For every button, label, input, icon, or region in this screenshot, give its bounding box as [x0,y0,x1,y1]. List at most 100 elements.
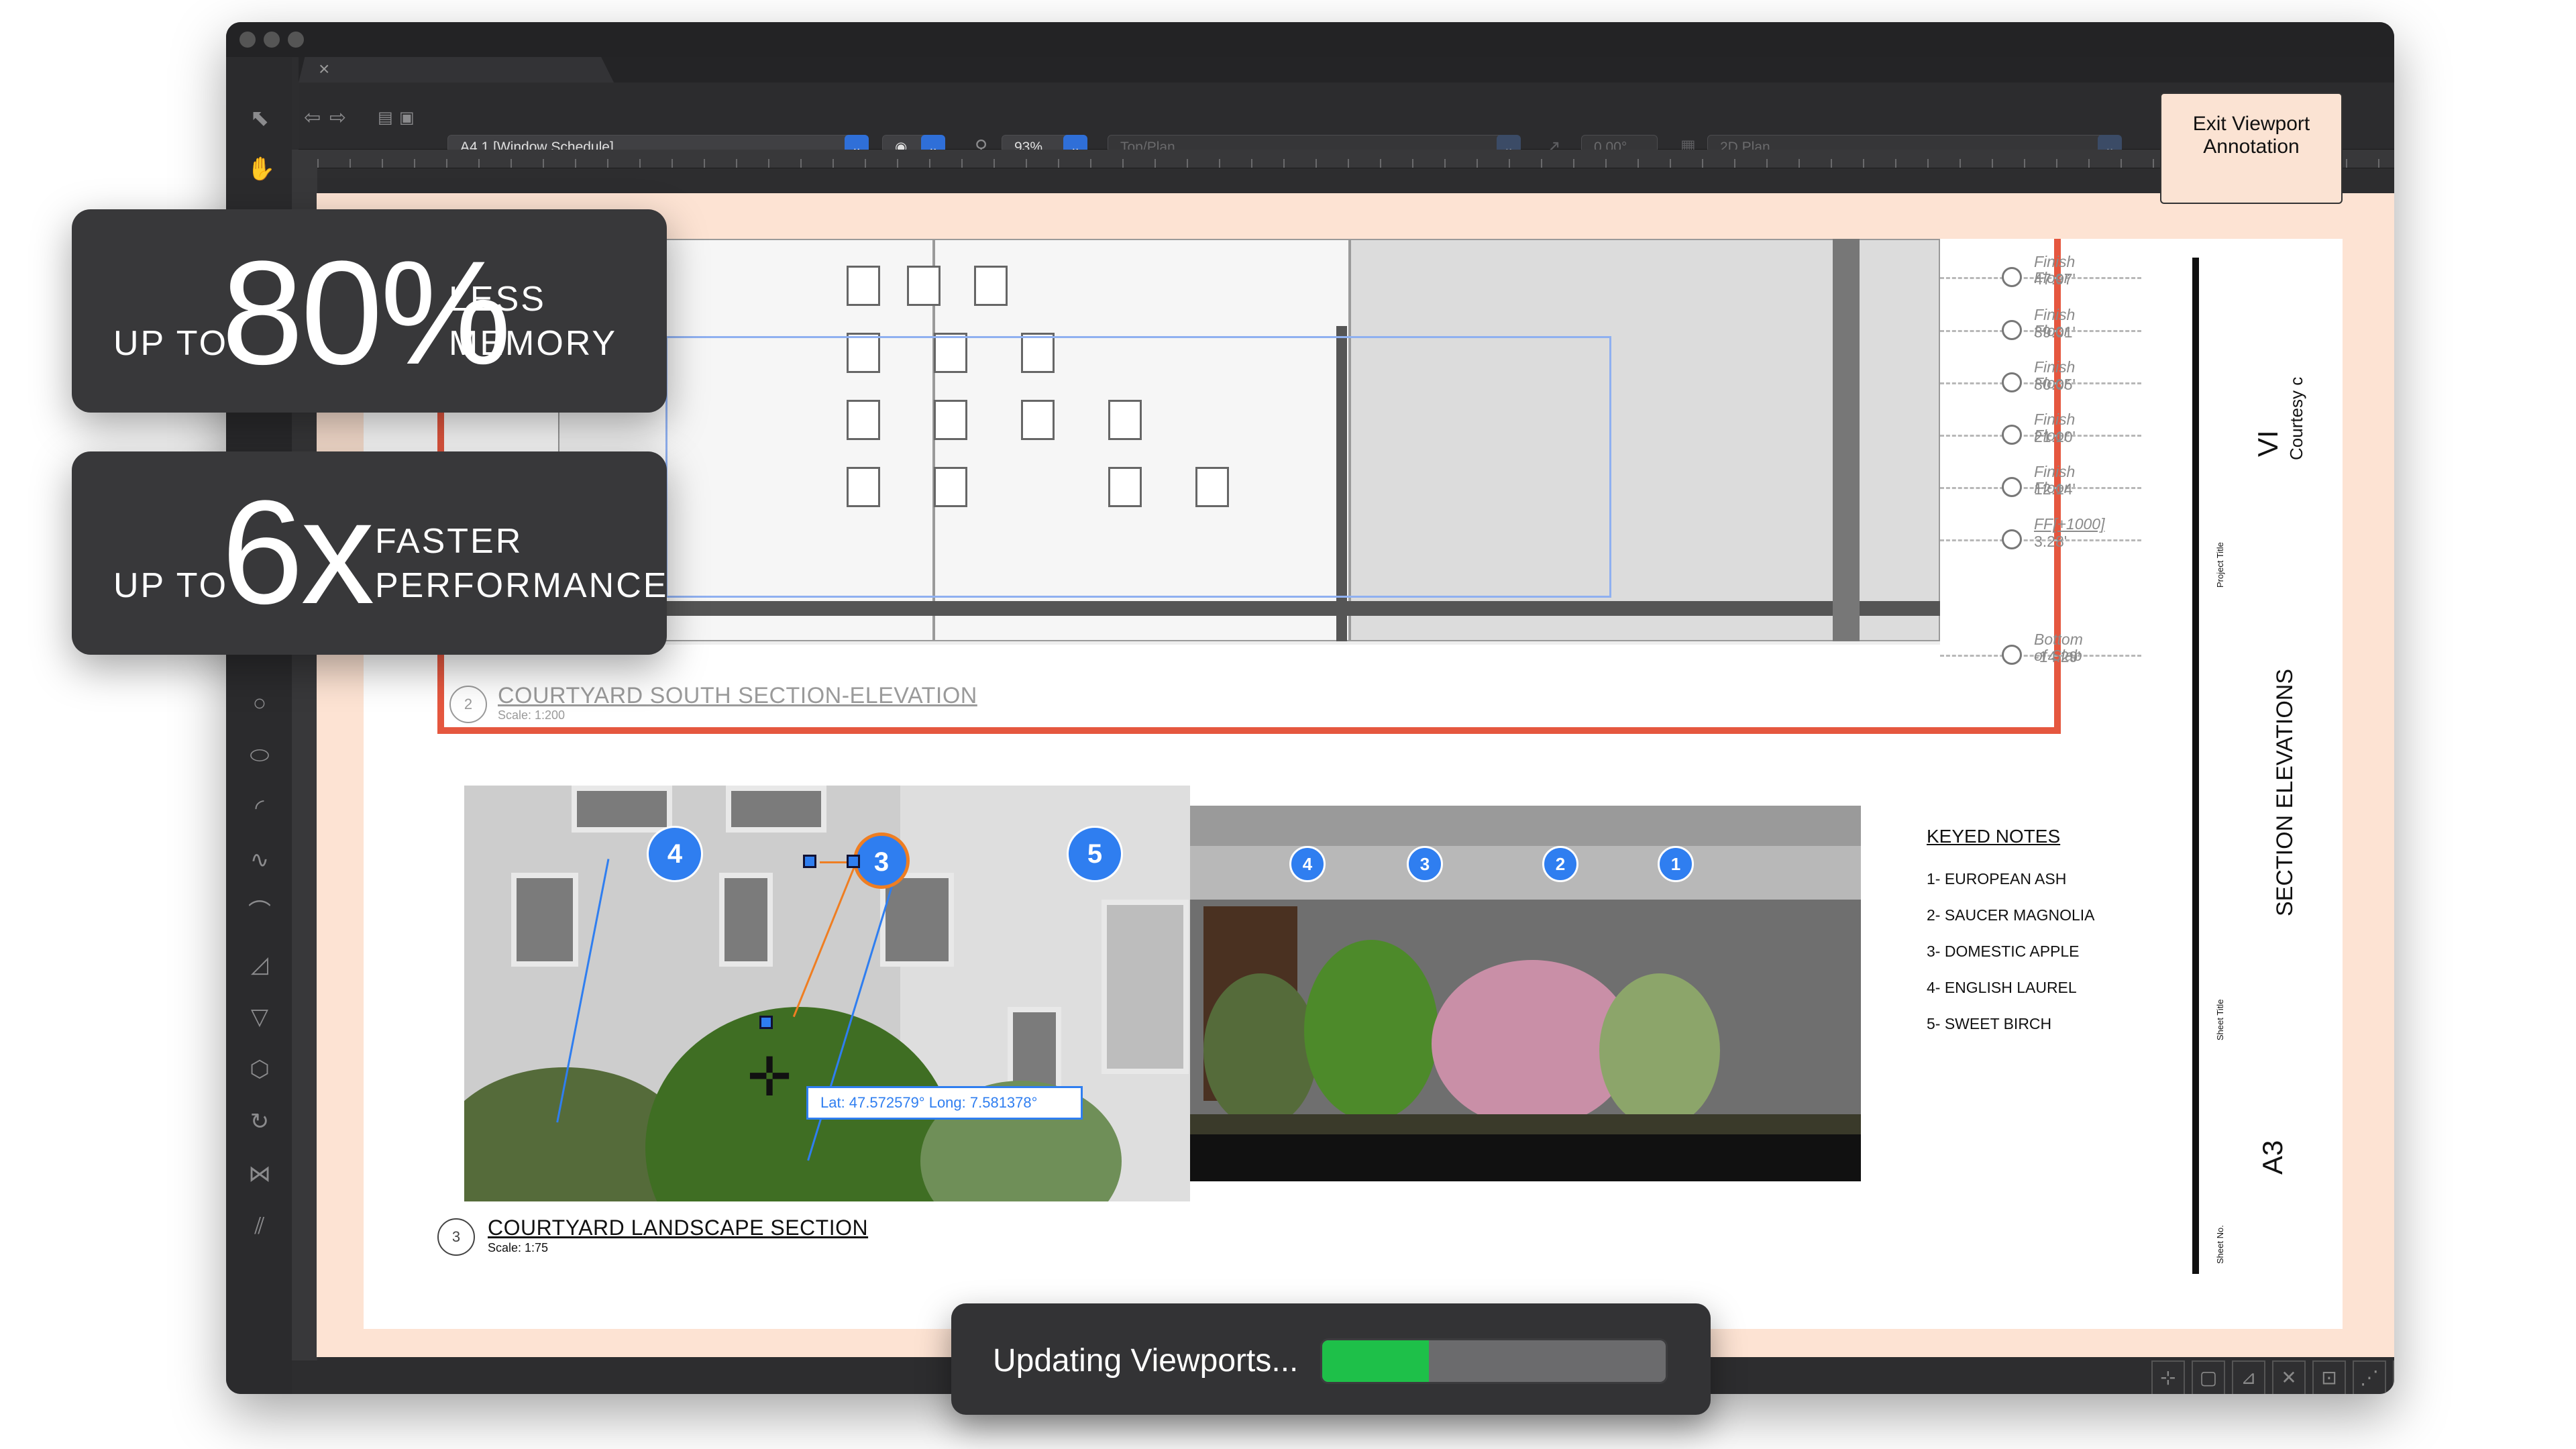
keynote-bubble[interactable]: 1 [1658,846,1694,882]
forward-arrow-icon[interactable]: ⇨ [329,108,346,128]
section-scale: Scale: 1:75 [488,1241,549,1254]
level-value: 39.01' [2034,323,2076,341]
level-value: 47.97' [2034,270,2076,288]
snap-intersection-icon[interactable]: ✕ [2272,1360,2306,1394]
connect-combine-tool-icon[interactable]: ⫽ [247,1214,272,1239]
horizontal-ruler [317,150,2394,168]
document-tab[interactable]: × [299,57,614,83]
back-arrow-icon[interactable]: ⇦ [304,108,321,128]
crosshair-cursor-icon: ✛ [747,1047,792,1107]
section-number-bubble: 2 [449,686,487,723]
keynote-bubble[interactable]: 2 [1542,846,1578,882]
keynote-bubble[interactable]: 4 [647,826,703,882]
terrace-level [1190,806,1861,846]
callout-line1: FASTER [375,522,523,561]
callout-line2: PERFORMANCE [375,566,669,605]
tree-canopy [1203,973,1318,1128]
double-line-polygon-tool-icon[interactable]: ▽ [247,1004,272,1030]
polyline-tool-icon[interactable]: ⌒ [247,900,272,925]
title-block-rule [2192,258,2199,1274]
level-marker [2002,529,2022,549]
south-section-drawing [558,239,1940,645]
keyed-note: 4- ENGLISH LAUREL [1927,979,2077,996]
snap-distance-icon[interactable]: ⊡ [2312,1360,2346,1394]
leader-handle[interactable] [847,855,860,868]
progress-dialog: Updating Viewports... [951,1303,1711,1415]
level-label: FF[+1000] [2034,515,2105,533]
level-marker [2002,372,2022,392]
callout-line2: MEMORY [449,324,618,363]
facade-window [572,786,672,833]
exit-viewport-annotation-button[interactable]: Exit Viewport Annotation [2160,93,2343,204]
section-title: COURTYARD SOUTH SECTION-ELEVATION [498,683,977,708]
facade-window [726,786,826,833]
view-bar: ⇦ ⇨ ▤ ▣ A4.1 [Window Schedule] ⌄ ◉ ⌄ ⚲ 9… [299,83,2394,160]
project-title-label: Project Title [2215,542,2225,588]
keyed-note: 5- SWEET BIRCH [1927,1015,2052,1032]
keynote-bubble[interactable]: 5 [1067,826,1123,882]
selection-tool-icon[interactable]: ⬉ [247,105,272,131]
sheet-title-label: Sheet Title [2215,999,2225,1040]
level-marker [2002,645,2022,665]
oval-tool-icon[interactable]: ⬭ [247,743,272,768]
courtesy-text: Courtesy c [2286,376,2306,460]
callout-line1: LESS [449,280,546,319]
right-core [1833,239,1860,641]
minimize-window-button[interactable] [264,32,280,48]
ground-strip [1190,1114,1861,1134]
level-marker [2002,267,2022,287]
terrace-level [1190,846,1861,900]
close-window-button[interactable] [239,32,256,48]
polygon-tool-icon[interactable]: ◿ [247,952,272,977]
pan-tool-icon[interactable]: ✋ [247,156,275,182]
keyed-notes-title: KEYED NOTES [1927,826,2061,847]
section-number-bubble: 3 [437,1218,475,1256]
coordinate-readout: Lat: 47.572579° Long: 7.581378° [806,1086,1083,1120]
window [847,266,880,306]
zoom-window-button[interactable] [288,32,304,48]
snap-point-icon[interactable]: ⋰ [2353,1360,2386,1394]
arc-tool-icon[interactable]: ◜ [247,795,272,820]
performance-callout: UP TO 6x FASTER PERFORMANCE [72,451,667,655]
keynote-bubble[interactable]: 4 [1289,846,1326,882]
close-tab-icon[interactable]: × [319,60,329,78]
level-value: 30.05' [2034,376,2076,393]
keynote-bubble-selected[interactable]: 3 [853,833,910,889]
facade-window [1102,900,1189,1074]
level-marker [2002,320,2022,340]
snap-object-icon[interactable]: ▢ [2192,1360,2225,1394]
layers-icon[interactable]: ▤ [378,108,393,128]
level-marker [2002,425,2022,445]
facade-window [719,873,773,967]
south-section-viewport[interactable]: Finish Floor 47.97' Finish Floor 39.01' … [437,239,2141,734]
regular-polygon-tool-icon[interactable]: ⬡ [247,1057,272,1082]
callout-prefix: UP TO [113,324,229,363]
sheet-number: A3 [2257,1140,2288,1175]
landscape-section-photo[interactable]: 4 3 5 ✛ Lat: 47.572579° Long: 7.581378° [464,786,1190,1201]
leader-handle[interactable] [803,855,816,868]
tree-canopy [1599,973,1720,1128]
keyed-note: 2- SAUCER MAGNOLIA [1927,906,2095,924]
mirror-tool-icon[interactable]: ⋈ [247,1161,272,1187]
freehand-tool-icon[interactable]: ∿ [247,847,272,873]
level-value: 21.10' [2034,428,2076,445]
circle-tool-icon[interactable]: ○ [247,690,272,716]
facade-window [511,873,578,967]
window [974,266,1008,306]
title-bar [226,22,2394,57]
spiral-tool-icon[interactable]: ↻ [247,1109,272,1134]
window [907,266,941,306]
snap-grid-icon[interactable]: ⊹ [2151,1360,2185,1394]
level-value: 12.14' [2034,480,2076,498]
keynote-bubble[interactable]: 3 [1407,846,1443,882]
leader-handle[interactable] [759,1016,773,1029]
keyed-note: 1- EUROPEAN ASH [1927,870,2067,888]
snap-tangent-icon[interactable]: ⟋ [2393,1360,2394,1394]
progress-label: Updating Viewports... [993,1343,1299,1379]
snap-angle-icon[interactable]: ⊿ [2232,1360,2265,1394]
callout-prefix: UP TO [113,566,229,605]
landscape-elevation-viewport[interactable]: 4 3 2 1 [1190,806,1861,1181]
memory-callout: UP TO 80% LESS MEMORY [72,209,667,413]
keyed-notes-legend: KEYED NOTES 1- EUROPEAN ASH 2- SAUCER MA… [1927,826,2155,1042]
selection-rectangle[interactable] [665,336,1611,598]
